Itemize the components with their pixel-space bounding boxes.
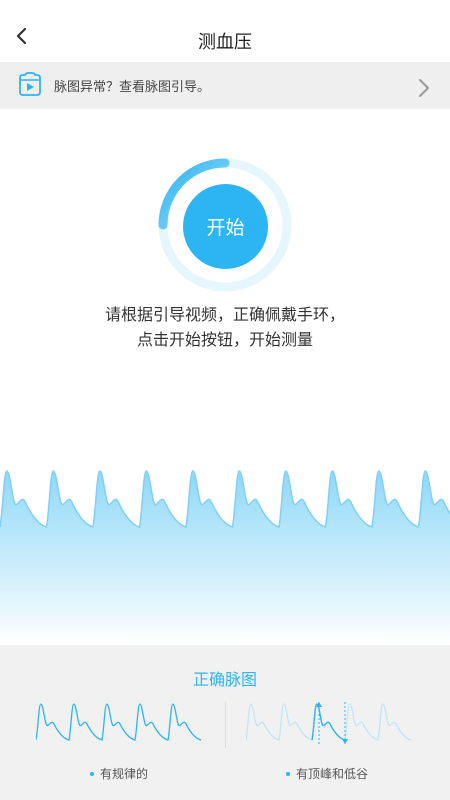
bullet-dot	[90, 771, 94, 776]
regular-wave-label: 有规律的	[90, 765, 148, 782]
guide-title: 正确脉图	[192, 670, 257, 689]
pulse-wave-graphic	[0, 470, 450, 645]
guide-section: 正确脉图 有规律的 有顶峰和低谷	[0, 645, 450, 800]
divider	[225, 702, 226, 748]
start-button[interactable]: 开始	[183, 184, 268, 269]
pulse-guide-banner[interactable]: 脉图异常？查看脉图引导。	[0, 62, 450, 109]
regular-wave-sample	[36, 703, 202, 741]
peak-valley-label-text: 有顶峰和低谷	[296, 767, 369, 781]
bullet-dot	[286, 771, 290, 776]
instruction-line-2: 点击开始按钮，开始测量	[136, 330, 313, 349]
regular-wave-label-text: 有规律的	[100, 767, 149, 781]
video-icon	[19, 72, 41, 96]
title-bar: 测血压	[0, 0, 450, 62]
instruction-line-1: 请根据引导视频，正确佩戴手环，	[104, 305, 345, 324]
chevron-right-icon	[419, 79, 429, 97]
peak-valley-wave-sample	[246, 702, 412, 744]
peak-valley-label: 有顶峰和低谷	[286, 765, 368, 782]
page-title: 测血压	[198, 32, 252, 53]
banner-text: 脉图异常？查看脉图引导。	[54, 80, 211, 95]
